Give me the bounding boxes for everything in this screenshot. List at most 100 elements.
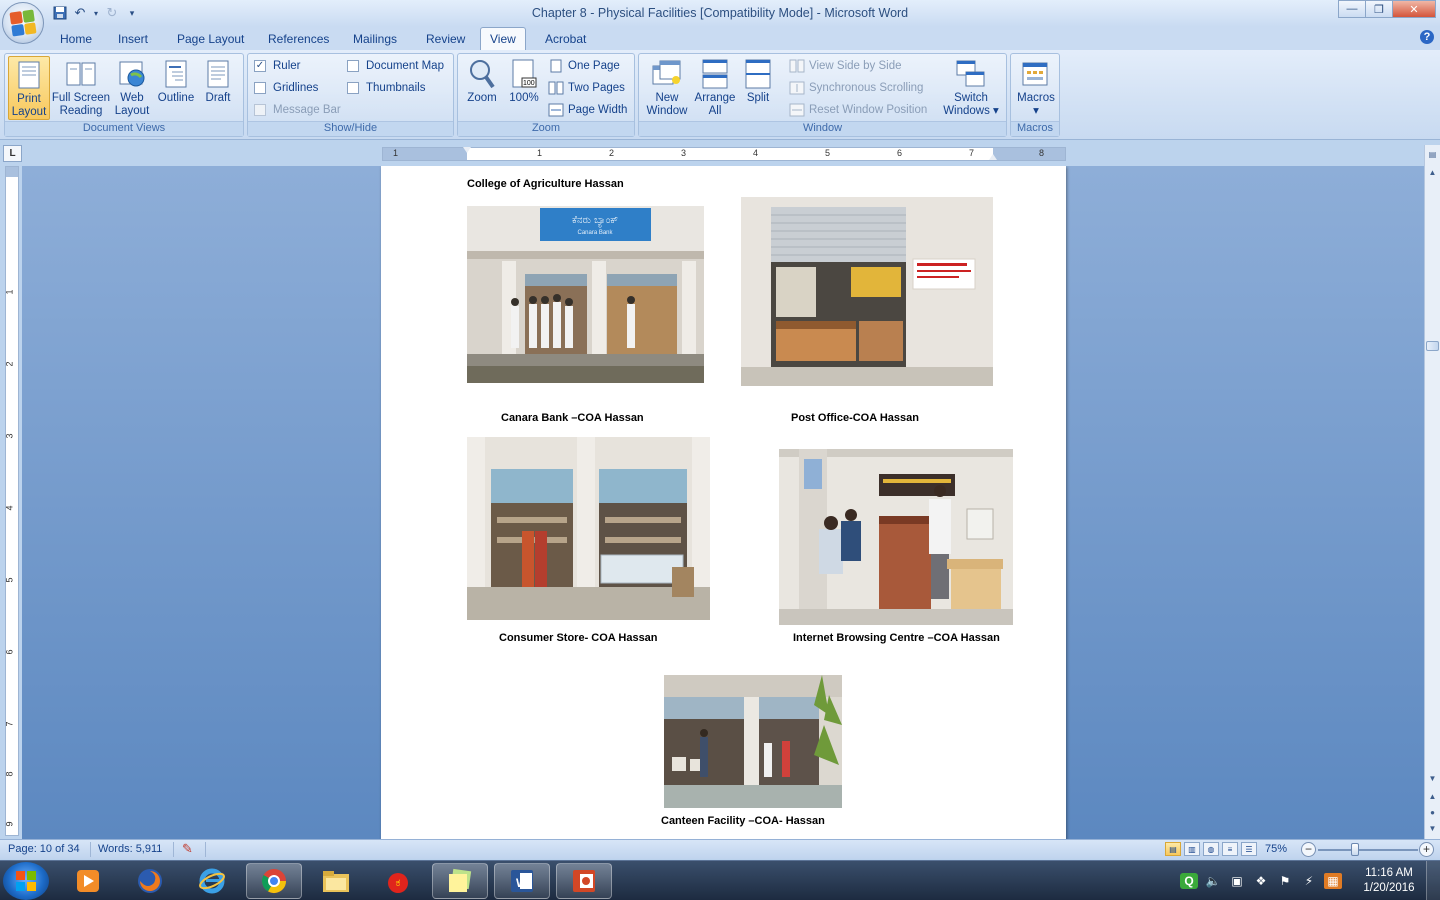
zoom-slider[interactable]: [1318, 849, 1418, 851]
full-screen-view-icon[interactable]: ▥: [1184, 842, 1200, 856]
previous-page-icon[interactable]: ▲: [1426, 789, 1439, 803]
group-label-window: Window: [639, 121, 1006, 136]
post-office-photo[interactable]: [741, 197, 993, 386]
new-window-label: New Window: [646, 92, 688, 117]
next-page-icon[interactable]: ▼: [1426, 821, 1439, 835]
macros-button[interactable]: Macros ▾: [1014, 56, 1058, 120]
tab-mailings[interactable]: Mailings: [353, 32, 397, 46]
svg-text:ಕ: ಕ: [396, 876, 401, 889]
select-browse-object-icon[interactable]: ●: [1426, 805, 1439, 819]
office-button[interactable]: [2, 2, 44, 44]
tab-selector[interactable]: L: [3, 145, 22, 162]
canara-bank-photo[interactable]: ಕೆನರು ಬ್ಯಾಂಕ್ Canara Bank: [467, 206, 704, 383]
outline-view-icon[interactable]: ≡: [1222, 842, 1238, 856]
draft-button[interactable]: Draft: [199, 56, 237, 120]
tab-view[interactable]: View: [480, 27, 526, 51]
view-ruler-icon[interactable]: ▤: [1426, 147, 1439, 161]
file-explorer-icon[interactable]: [308, 863, 364, 899]
web-layout-button[interactable]: Web Layout: [111, 56, 153, 120]
group-label-document-views: Document Views: [5, 121, 243, 136]
maximize-button[interactable]: ❐: [1365, 0, 1393, 18]
word-taskbar-icon[interactable]: W: [494, 863, 550, 899]
page-width-button[interactable]: Page Width: [548, 101, 627, 119]
tab-home[interactable]: Home: [60, 32, 92, 46]
proofing-icon[interactable]: ✎: [182, 841, 193, 857]
show-desktop-button[interactable]: [1426, 861, 1440, 900]
ruler-checkbox[interactable]: ✓ Ruler: [254, 57, 300, 75]
page-count[interactable]: Page: 10 of 34: [8, 843, 80, 855]
zoom-100-button[interactable]: 100 100%: [504, 56, 544, 120]
right-indent-marker[interactable]: [989, 154, 997, 160]
zoom-label: Zoom: [467, 92, 497, 104]
switch-windows-button[interactable]: Switch Windows ▾: [939, 56, 1003, 120]
start-button[interactable]: [3, 862, 49, 900]
ruler-number: 1: [537, 148, 543, 158]
kannada-app-icon[interactable]: ಕ: [370, 863, 426, 899]
consumer-store-photo[interactable]: [467, 437, 710, 620]
vertical-scrollbar[interactable]: ▤ ▲ ▼ ▲ ● ▼: [1424, 145, 1440, 839]
document-map-checkbox[interactable]: Document Map: [347, 57, 444, 75]
notification-icon[interactable]: ▦: [1324, 873, 1342, 889]
gridlines-checkbox[interactable]: Gridlines: [254, 79, 318, 97]
network-icon[interactable]: ▣: [1228, 873, 1246, 889]
media-player-icon[interactable]: [60, 863, 116, 899]
minimize-button[interactable]: —: [1338, 0, 1366, 18]
quick-heal-icon[interactable]: Q: [1180, 873, 1198, 889]
scroll-down-icon[interactable]: ▼: [1426, 771, 1439, 785]
split-button[interactable]: Split: [739, 56, 777, 120]
document-area[interactable]: College of Agriculture Hassan ಕೆನರು ಬ್ಯಾ…: [22, 166, 1424, 839]
vertical-ruler[interactable]: 1 2 3 4 5 6 7 8 9: [5, 166, 19, 836]
new-window-button[interactable]: New Window: [642, 56, 692, 120]
word-count[interactable]: Words: 5,911: [98, 843, 162, 855]
document-page[interactable]: College of Agriculture Hassan ಕೆನರು ಬ್ಯಾ…: [381, 166, 1066, 839]
ribbon-tabs: Home Insert Page Layout References Maili…: [0, 27, 1440, 51]
tab-references[interactable]: References: [268, 32, 329, 46]
scroll-up-icon[interactable]: ▲: [1426, 165, 1439, 179]
one-page-button[interactable]: One Page: [548, 57, 620, 75]
zoom-button[interactable]: Zoom: [462, 56, 502, 120]
zoom-level[interactable]: 75%: [1265, 843, 1287, 855]
power-icon[interactable]: ⚡: [1300, 873, 1318, 889]
outline-button[interactable]: Outline: [154, 56, 198, 120]
powerpoint-taskbar-icon[interactable]: [556, 863, 612, 899]
svg-text:100: 100: [523, 80, 535, 87]
action-center-flag-icon[interactable]: ⚑: [1276, 873, 1294, 889]
arrange-all-button[interactable]: Arrange All: [693, 56, 737, 120]
thumbnails-checkbox[interactable]: Thumbnails: [347, 79, 425, 97]
close-button[interactable]: ✕: [1392, 0, 1436, 18]
view-side-by-side-button: View Side by Side: [789, 57, 901, 75]
scroll-thumb[interactable]: [1426, 341, 1439, 351]
canteen-photo[interactable]: [664, 675, 842, 808]
web-layout-view-icon[interactable]: ◍: [1203, 842, 1219, 856]
split-icon: [743, 59, 773, 89]
zoom-slider-thumb[interactable]: [1351, 843, 1359, 856]
group-macros: Macros ▾ Macros: [1010, 53, 1060, 137]
sticky-notes-icon[interactable]: [432, 863, 488, 899]
tab-insert[interactable]: Insert: [118, 32, 148, 46]
draft-view-icon[interactable]: ☰: [1241, 842, 1257, 856]
window-title: Chapter 8 - Physical Facilities [Compati…: [531, 6, 909, 20]
tab-review[interactable]: Review: [426, 32, 465, 46]
svg-text:W: W: [516, 876, 528, 890]
zoom-out-button[interactable]: −: [1301, 842, 1316, 857]
full-screen-reading-button[interactable]: Full Screen Reading: [51, 56, 111, 120]
internet-explorer-icon[interactable]: [184, 863, 240, 899]
help-icon[interactable]: ?: [1420, 30, 1434, 44]
two-pages-button[interactable]: Two Pages: [548, 79, 625, 97]
web-layout-label: Web Layout: [114, 92, 150, 117]
group-window: New Window Arrange All Split View Side b…: [638, 53, 1007, 137]
volume-icon[interactable]: 🔈: [1204, 873, 1222, 889]
horizontal-ruler[interactable]: 1 1 2 3 4 5 6 7 8: [382, 147, 1066, 161]
system-clock[interactable]: 11:16 AM 1/20/2016: [1358, 866, 1420, 896]
zoom-in-button[interactable]: +: [1419, 842, 1434, 857]
chrome-icon[interactable]: [246, 863, 302, 899]
tab-acrobat[interactable]: Acrobat: [545, 32, 586, 46]
firefox-icon[interactable]: [122, 863, 178, 899]
print-layout-view-icon[interactable]: ▤: [1165, 842, 1181, 856]
tab-page-layout[interactable]: Page Layout: [177, 32, 244, 46]
status-bar: Page: 10 of 34 Words: 5,911 ✎ ▤ ▥ ◍ ≡ ☰ …: [0, 839, 1440, 859]
print-layout-button[interactable]: Print Layout: [8, 56, 50, 120]
left-indent-marker[interactable]: [463, 147, 471, 153]
dropbox-icon[interactable]: ❖: [1252, 873, 1270, 889]
internet-centre-photo[interactable]: [779, 449, 1013, 625]
